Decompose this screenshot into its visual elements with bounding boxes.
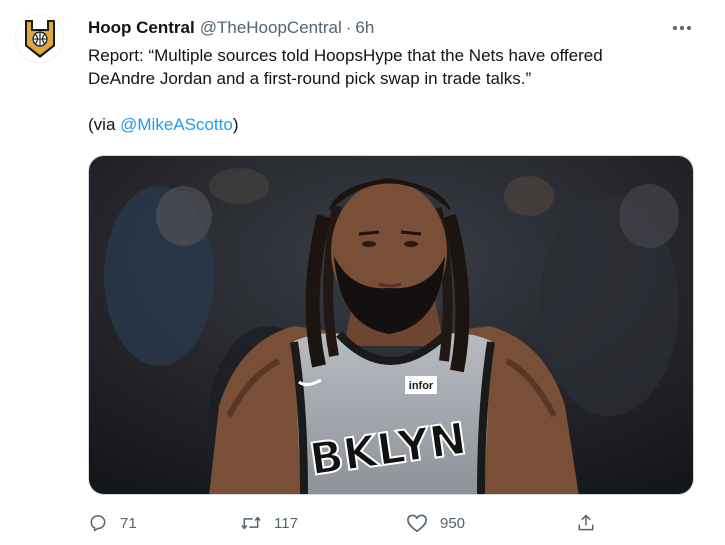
separator-dot: · bbox=[345, 18, 352, 37]
tweet-header: Hoop Central @TheHoopCentral · 6h bbox=[88, 18, 374, 40]
reply-icon bbox=[90, 515, 106, 532]
retweet-icon bbox=[241, 516, 261, 530]
author-handle[interactable]: @TheHoopCentral bbox=[200, 18, 342, 38]
tweet-actions: 71 117 950 bbox=[88, 511, 608, 535]
mention-link[interactable]: @MikeAScotto bbox=[120, 115, 233, 134]
like-count: 950 bbox=[440, 514, 466, 532]
retweet-button[interactable]: 117 bbox=[240, 511, 298, 535]
reply-button[interactable]: 71 bbox=[88, 511, 137, 535]
via-line: (via @MikeAScotto) bbox=[88, 113, 708, 136]
like-icon bbox=[407, 514, 427, 533]
tweet-text-line: Report: “Multiple sources told HoopsHype… bbox=[88, 46, 603, 65]
via-prefix: (via bbox=[88, 115, 121, 134]
hoop-central-logo bbox=[24, 19, 55, 58]
tweet-photo[interactable]: BKLYN infor bbox=[88, 155, 694, 495]
more-icon bbox=[673, 26, 691, 30]
share-icon bbox=[578, 514, 594, 531]
tweet-text: Report: “Multiple sources told HoopsHype… bbox=[88, 44, 708, 136]
avatar[interactable] bbox=[15, 14, 64, 63]
reply-count: 71 bbox=[120, 514, 137, 532]
retweet-count: 117 bbox=[274, 514, 298, 532]
author-name[interactable]: Hoop Central bbox=[88, 18, 195, 38]
like-button[interactable]: 950 bbox=[406, 511, 465, 535]
player-photo: BKLYN infor bbox=[89, 156, 693, 494]
share-button[interactable] bbox=[576, 511, 596, 535]
more-button[interactable] bbox=[668, 18, 696, 38]
tweet-time[interactable]: 6h bbox=[355, 18, 374, 38]
via-suffix: ) bbox=[232, 115, 239, 134]
sponsor-patch: infor bbox=[409, 380, 434, 392]
tweet[interactable]: Hoop Central @TheHoopCentral · 6h Report… bbox=[0, 0, 725, 545]
tweet-text-line: DeAndre Jordan and a first-round pick sw… bbox=[88, 69, 532, 88]
